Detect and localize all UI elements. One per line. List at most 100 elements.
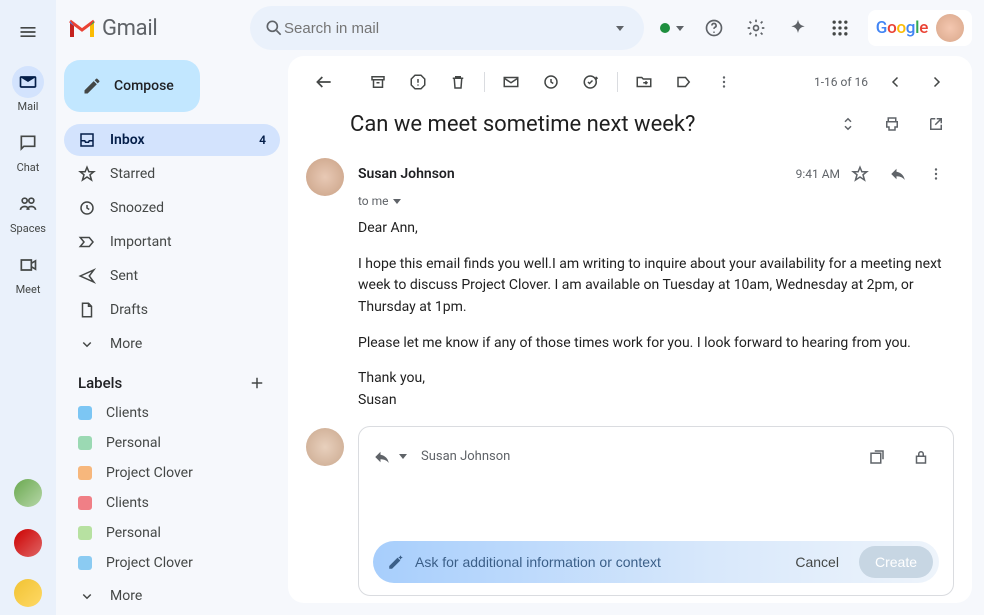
labels-more[interactable]: More <box>64 580 280 612</box>
label-color-icon <box>78 556 92 570</box>
more-vert-icon <box>927 165 945 183</box>
label-name: Project Clover <box>106 555 193 571</box>
search-input[interactable] <box>284 20 602 37</box>
labels-more-label: More <box>110 588 142 604</box>
chevron-right-icon <box>927 73 945 91</box>
chat-icon <box>18 133 38 153</box>
status-indicator[interactable] <box>652 8 692 48</box>
new-window-button[interactable] <box>918 106 954 142</box>
rail-meet[interactable]: Meet <box>0 249 56 296</box>
rail-spaces[interactable]: Spaces <box>0 188 56 235</box>
pinned-contact-2[interactable] <box>14 529 42 557</box>
message-more-button[interactable] <box>918 156 954 192</box>
label-item[interactable]: Personal <box>64 428 280 458</box>
label-item[interactable]: Project Clover <box>64 458 280 488</box>
rail-mail[interactable]: Mail <box>0 66 56 113</box>
move-to-button[interactable] <box>626 64 662 100</box>
important-icon <box>78 233 96 251</box>
nav-important[interactable]: Important <box>64 226 280 258</box>
label-color-icon <box>78 406 92 420</box>
body-p2: Please let me know if any of those times… <box>358 333 954 355</box>
reply-button[interactable] <box>880 156 916 192</box>
spam-button[interactable] <box>400 64 436 100</box>
labels-button[interactable] <box>666 64 702 100</box>
apps-grid-icon <box>830 18 850 38</box>
archive-button[interactable] <box>360 64 396 100</box>
print-button[interactable] <box>874 106 910 142</box>
to-line[interactable]: to me <box>358 194 954 208</box>
compose-label: Compose <box>114 78 174 94</box>
settings-button[interactable] <box>736 8 776 48</box>
nav-sent-label: Sent <box>110 268 138 284</box>
search-icon <box>264 18 284 38</box>
prev-button[interactable] <box>878 64 914 100</box>
label-item[interactable]: Clients <box>64 398 280 428</box>
chevron-down-icon <box>78 335 96 353</box>
back-button[interactable] <box>306 64 342 100</box>
rail-mail-label: Mail <box>18 100 39 113</box>
ai-create-button[interactable]: Create <box>859 546 933 578</box>
nav-more-label: More <box>110 336 142 352</box>
nav-snoozed[interactable]: Snoozed <box>64 192 280 224</box>
compose-button[interactable]: Compose <box>64 60 200 112</box>
rail-chat[interactable]: Chat <box>0 127 56 174</box>
my-avatar[interactable] <box>306 428 344 466</box>
label-item[interactable]: Project Clover <box>64 548 280 578</box>
ai-prompt-input[interactable] <box>415 554 775 570</box>
pencil-icon <box>82 76 102 96</box>
body-signoff: Thank you, <box>358 370 425 386</box>
main-menu-button[interactable] <box>8 12 48 52</box>
sender-avatar[interactable] <box>306 158 344 196</box>
reply-type-dropdown[interactable] <box>399 454 407 459</box>
label-name: Clients <box>106 495 149 511</box>
reply-recipient[interactable]: Susan Johnson <box>421 449 510 464</box>
nav-sent[interactable]: Sent <box>64 260 280 292</box>
gemini-button[interactable] <box>778 8 818 48</box>
nav-more[interactable]: More <box>64 328 280 360</box>
account-chip[interactable]: Google <box>868 10 972 46</box>
page-info: 1-16 of 16 <box>814 75 868 89</box>
more-actions-button[interactable] <box>706 64 742 100</box>
label-icon <box>675 73 693 91</box>
pinned-contact-1[interactable] <box>14 479 42 507</box>
support-button[interactable] <box>694 8 734 48</box>
lock-icon <box>912 448 930 466</box>
gear-icon <box>746 18 766 38</box>
drafts-icon <box>78 301 96 319</box>
reply-icon[interactable] <box>373 448 391 466</box>
popout-reply-button[interactable] <box>859 439 895 475</box>
nav-drafts[interactable]: Drafts <box>64 294 280 326</box>
nav-inbox[interactable]: Inbox 4 <box>64 124 280 156</box>
mark-unread-button[interactable] <box>493 64 529 100</box>
expand-collapse-button[interactable] <box>830 106 866 142</box>
star-button[interactable] <box>842 156 878 192</box>
topbar: Gmail Google <box>56 0 984 56</box>
label-name: Personal <box>106 525 161 541</box>
next-button[interactable] <box>918 64 954 100</box>
nav-snoozed-label: Snoozed <box>110 200 164 216</box>
nav-starred[interactable]: Starred <box>64 158 280 190</box>
confidential-button[interactable] <box>903 439 939 475</box>
ai-pencil-icon <box>387 553 405 571</box>
star-icon <box>851 165 869 183</box>
add-task-button[interactable] <box>573 64 609 100</box>
add-label-button[interactable] <box>248 374 266 392</box>
label-color-icon <box>78 526 92 540</box>
status-active-icon <box>660 23 670 33</box>
ai-compose-bar: Cancel Create <box>373 541 939 583</box>
mail-icon <box>18 72 38 92</box>
search-options-button[interactable] <box>602 10 638 46</box>
label-item[interactable]: Clients <box>64 488 280 518</box>
sender-name[interactable]: Susan Johnson <box>358 166 455 182</box>
rail-chat-label: Chat <box>17 161 40 174</box>
pinned-contact-3[interactable] <box>14 579 42 607</box>
body-signature: Susan <box>358 392 397 408</box>
brand[interactable]: Gmail <box>62 16 242 41</box>
snooze-button[interactable] <box>533 64 569 100</box>
sparkle-icon <box>788 18 808 38</box>
ai-cancel-button[interactable]: Cancel <box>785 546 849 578</box>
label-item[interactable]: Personal <box>64 518 280 548</box>
apps-button[interactable] <box>820 8 860 48</box>
search-bar[interactable] <box>250 6 644 50</box>
delete-button[interactable] <box>440 64 476 100</box>
